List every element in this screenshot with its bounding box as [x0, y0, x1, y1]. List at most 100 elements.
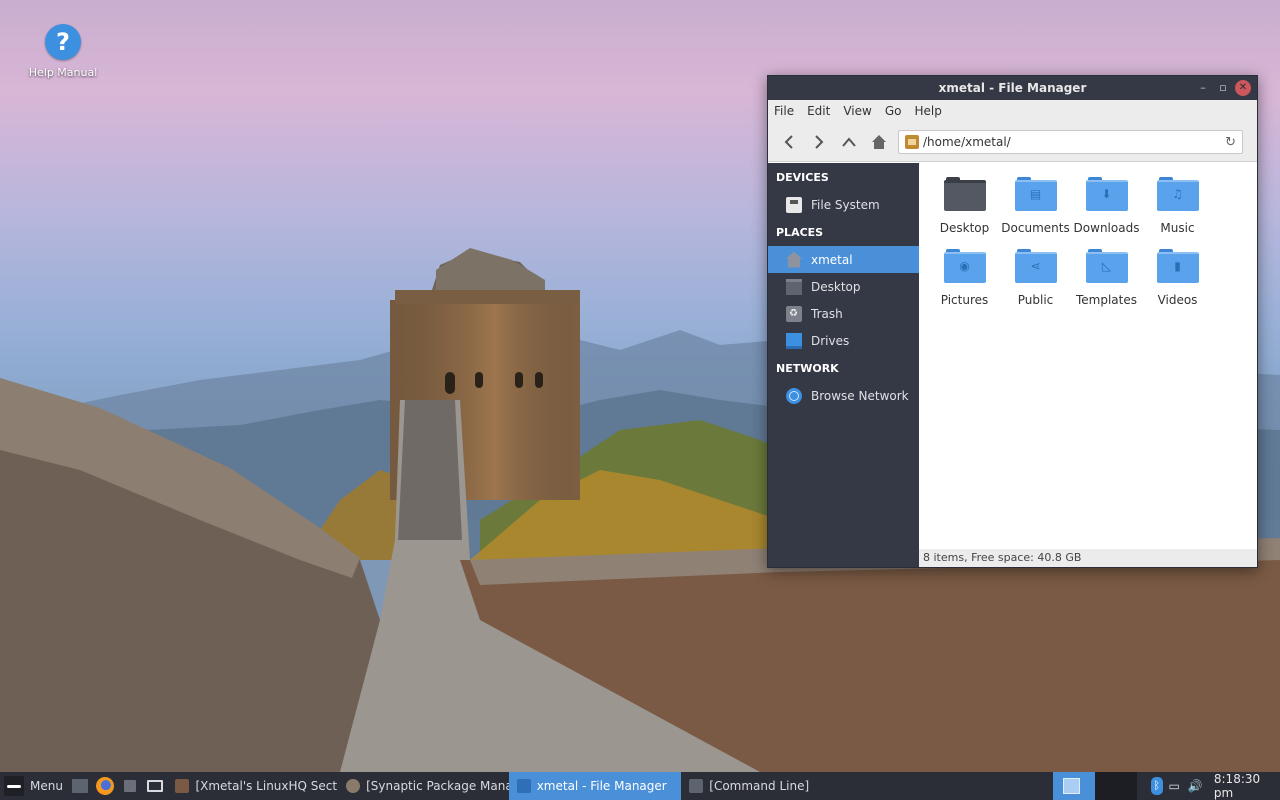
volume-icon[interactable]: 🔊 — [1188, 780, 1203, 792]
sidebar-item-label: Desktop — [811, 279, 861, 294]
folder-templates[interactable]: ◺ Templates — [1071, 247, 1142, 309]
folder-public[interactable]: ⋖ Public — [1000, 247, 1071, 309]
file-manager-icon — [516, 779, 531, 793]
trash-icon — [786, 305, 802, 322]
sidebar-section-places: PLACES — [776, 226, 824, 239]
documents-folder-icon: ▤ — [1014, 177, 1057, 211]
sidebar-section-devices: DEVICES — [776, 171, 829, 184]
browser-window-icon — [175, 779, 190, 793]
location-bar[interactable]: /home/xmetal/ ↻ — [898, 129, 1243, 154]
sidebar-item-xmetal[interactable]: xmetal — [768, 246, 919, 273]
public-folder-icon: ⋖ — [1014, 249, 1057, 283]
forward-button[interactable] — [804, 128, 834, 156]
drives-icon — [786, 332, 802, 349]
sidebar-item-label: Trash — [811, 306, 843, 321]
folder-label: Documents — [1001, 221, 1070, 235]
monitor-icon[interactable]: ▭ — [1169, 780, 1182, 792]
file-view[interactable]: Desktop ▤ Documents ⬇ Downloads ♫ Music … — [919, 163, 1257, 567]
network-icon — [786, 387, 802, 404]
sidebar-section-network: NETWORK — [776, 362, 839, 375]
task-label: [Xmetal's LinuxHQ Section ... — [195, 779, 338, 793]
menu-file[interactable]: File — [774, 104, 794, 118]
distro-logo-icon — [4, 776, 24, 796]
folder-downloads[interactable]: ⬇ Downloads — [1071, 175, 1142, 237]
folder-icon — [943, 177, 986, 211]
workspace-switcher — [1053, 772, 1138, 800]
up-button[interactable] — [834, 128, 864, 156]
clock[interactable]: 8:18:30 pm — [1214, 772, 1280, 800]
help-icon: ? — [45, 24, 81, 60]
menu-edit[interactable]: Edit — [807, 104, 830, 118]
music-folder-icon: ♫ — [1156, 177, 1199, 211]
sidebar-item-label: File System — [811, 197, 880, 212]
pictures-folder-icon: ◉ — [943, 249, 986, 283]
menu-button[interactable]: Menu — [0, 772, 67, 800]
folder-label: Downloads — [1073, 221, 1140, 235]
toolbar: /home/xmetal/ ↻ — [768, 122, 1257, 162]
home-folder-icon — [905, 134, 919, 149]
launcher-files[interactable] — [117, 772, 142, 800]
terminal-icon — [146, 780, 163, 792]
sidebar-item-trash[interactable]: Trash — [768, 300, 919, 327]
reload-icon[interactable]: ↻ — [1225, 135, 1236, 150]
home-button[interactable] — [864, 128, 894, 156]
workspace-2[interactable] — [1095, 772, 1138, 800]
file-manager-window: xmetal - File Manager – ▫ ✕ File Edit Vi… — [767, 75, 1258, 568]
sidebar-item-file-system[interactable]: File System — [768, 191, 919, 218]
folder-documents[interactable]: ▤ Documents — [1000, 175, 1071, 237]
launcher-terminal[interactable] — [142, 772, 167, 800]
folder-label: Public — [1017, 293, 1054, 307]
close-icon[interactable]: ✕ — [1235, 80, 1251, 96]
window-titlebar[interactable]: xmetal - File Manager – ▫ ✕ — [768, 76, 1257, 100]
videos-folder-icon: ▮ — [1156, 249, 1199, 283]
launcher-show-desktop[interactable] — [67, 772, 92, 800]
menu-go[interactable]: Go — [885, 104, 902, 118]
task-file-manager[interactable]: xmetal - File Manager — [508, 772, 682, 800]
task-label: [Synaptic Package Manager ] — [366, 779, 509, 793]
terminal-icon — [689, 779, 704, 793]
folder-label: Desktop — [939, 221, 990, 235]
folder-music[interactable]: ♫ Music — [1142, 175, 1213, 237]
task-label: xmetal - File Manager — [536, 779, 667, 793]
task-command-line[interactable]: [Command Line] — [681, 772, 817, 800]
task-label: [Command Line] — [709, 779, 810, 793]
task-browser[interactable]: [Xmetal's LinuxHQ Section ... — [167, 772, 338, 800]
status-bar: 8 items, Free space: 40.8 GB — [919, 549, 1257, 567]
forward-icon — [815, 134, 824, 149]
drive-icon — [786, 196, 802, 213]
menu-help[interactable]: Help — [914, 104, 941, 118]
bluetooth-icon[interactable]: ᛒ — [1151, 777, 1163, 795]
task-synaptic[interactable]: [Synaptic Package Manager ] — [338, 772, 509, 800]
menu-label: Menu — [30, 779, 63, 793]
maximize-icon[interactable]: ▫ — [1215, 80, 1231, 96]
workspace-1[interactable] — [1053, 772, 1096, 800]
folder-label: Music — [1160, 221, 1195, 235]
desktop-icon-help-manual[interactable]: ? Help Manual — [24, 24, 102, 79]
templates-folder-icon: ◺ — [1085, 249, 1128, 283]
back-button[interactable] — [774, 128, 804, 156]
downloads-folder-icon: ⬇ — [1085, 177, 1128, 211]
sidebar-item-desktop[interactable]: Desktop — [768, 273, 919, 300]
sidebar-item-browse-network[interactable]: Browse Network — [768, 382, 919, 409]
folder-desktop[interactable]: Desktop — [929, 175, 1000, 237]
sidebar: DEVICES File System PLACES xmetal Deskto… — [768, 163, 919, 567]
menu-bar: File Edit View Go Help — [768, 100, 1257, 122]
up-icon — [842, 136, 856, 147]
folder-label: Videos — [1157, 293, 1198, 307]
sidebar-item-drives[interactable]: Drives — [768, 327, 919, 354]
desktop-icon — [786, 278, 802, 295]
folder-pictures[interactable]: ◉ Pictures — [929, 247, 1000, 309]
location-path: /home/xmetal/ — [923, 134, 1011, 149]
synaptic-icon — [346, 779, 361, 793]
show-desktop-icon — [71, 779, 88, 793]
minimize-icon[interactable]: – — [1195, 80, 1211, 96]
file-manager-body: DEVICES File System PLACES xmetal Deskto… — [768, 163, 1257, 567]
launcher-firefox[interactable] — [92, 772, 117, 800]
home-icon — [872, 134, 886, 149]
folder-videos[interactable]: ▮ Videos — [1142, 247, 1213, 309]
menu-view[interactable]: View — [843, 104, 871, 118]
home-icon — [786, 251, 802, 268]
folder-label: Pictures — [940, 293, 989, 307]
taskbar: Menu [Xmetal's LinuxHQ Section ... [Syna… — [0, 772, 1280, 800]
back-icon — [784, 134, 793, 149]
